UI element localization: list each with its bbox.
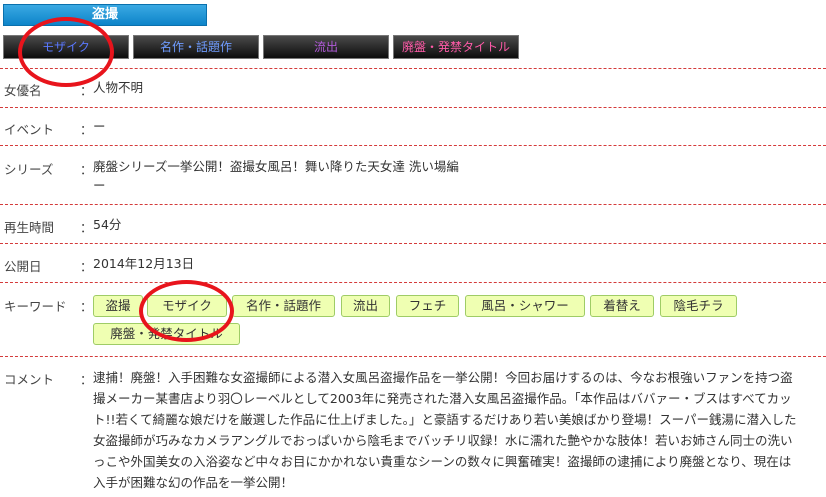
genre-button-mosaic[interactable]: モザイク xyxy=(3,35,129,59)
genre-button-leaked[interactable]: 流出 xyxy=(263,35,389,59)
duration-colon: ： xyxy=(80,220,93,235)
series-value-secondary: ー xyxy=(93,178,106,193)
genre-button-label: 名作・話題作 xyxy=(159,40,232,54)
keyword-tag[interactable]: 着替え xyxy=(590,295,654,317)
comment-colon: ： xyxy=(80,372,93,387)
row-divider xyxy=(0,145,826,146)
keyword-tag[interactable]: フェチ xyxy=(396,295,459,317)
series-colon: ： xyxy=(80,162,93,177)
row-divider xyxy=(0,204,826,205)
genre-button-label: 廃盤・発禁タイトル xyxy=(401,40,510,54)
row-divider xyxy=(0,243,826,244)
keyword-tag[interactable]: 流出 xyxy=(341,295,390,317)
keyword-tag[interactable]: 盗撮 xyxy=(93,295,143,317)
genre-button-discontinued[interactable]: 廃盤・発禁タイトル xyxy=(393,35,519,59)
keyword-tag[interactable]: 陰毛チラ xyxy=(660,295,737,317)
event-value: ー xyxy=(93,119,106,134)
genre-button-masterpiece[interactable]: 名作・話題作 xyxy=(133,35,259,59)
keyword-tag[interactable]: 名作・話題作 xyxy=(232,295,335,317)
category-tab[interactable]: 盗撮 xyxy=(3,4,207,26)
series-label: シリーズ xyxy=(4,162,54,177)
row-divider xyxy=(0,68,826,69)
row-divider xyxy=(0,356,826,357)
row-divider xyxy=(0,282,826,283)
duration-label: 再生時間 xyxy=(4,220,55,235)
comment-text: 逮捕！廃盤！入手困難な女盗撮師による潜入女風呂盗撮作品を一挙公開！今回お届けする… xyxy=(93,370,797,490)
series-value[interactable]: 廃盤シリーズ一挙公開！盗撮女風呂！舞い降りた天女達 洗い場編 xyxy=(93,157,459,176)
keywords-label: キーワード xyxy=(4,299,67,314)
actress-colon: ： xyxy=(80,83,93,98)
release-date-label: 公開日 xyxy=(4,259,42,274)
keyword-tag[interactable]: モザイク xyxy=(147,295,227,317)
actress-value[interactable]: 人物不明 xyxy=(93,78,143,97)
actress-label: 女優名 xyxy=(4,83,42,98)
release-date-colon: ： xyxy=(80,259,93,274)
keywords-colon: ： xyxy=(80,299,93,314)
row-divider xyxy=(0,107,826,108)
event-colon: ： xyxy=(80,122,93,137)
release-date-value: 2014年12月13日 xyxy=(93,256,195,271)
genre-button-label: モザイク xyxy=(42,40,90,54)
event-label: イベント xyxy=(4,122,55,137)
comment-label: コメント xyxy=(4,372,55,387)
keyword-tag[interactable]: 廃盤・発禁タイトル xyxy=(93,323,240,345)
keyword-tag[interactable]: 風呂・シャワー xyxy=(465,295,585,317)
genre-button-label: 流出 xyxy=(313,40,338,54)
duration-value: 54分 xyxy=(93,217,122,232)
